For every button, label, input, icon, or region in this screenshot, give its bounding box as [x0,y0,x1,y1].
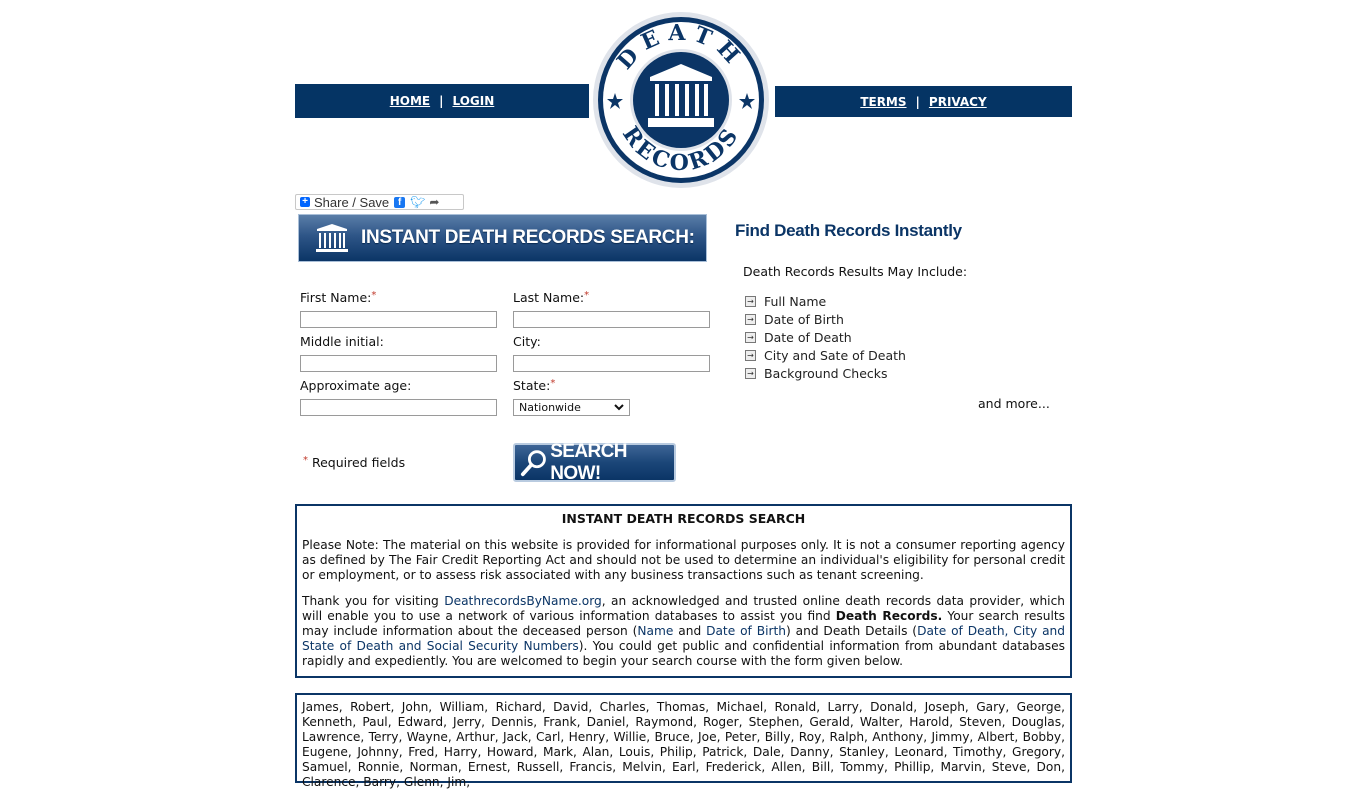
first-name-input[interactable] [300,311,497,328]
approximate-age-label: Approximate age: [300,378,412,393]
state-select-value: Nationwide [519,401,581,414]
city-label: City: [513,334,541,349]
share-save-button[interactable]: + Share / Save f 🐦︎ ➦ [295,194,464,210]
arrow-box-icon: → [745,349,756,361]
state-select[interactable]: Nationwide [513,399,630,416]
middle-initial-label: Middle initial: [300,334,384,349]
nav-bar-left: HOME | LOGIN [295,84,589,118]
nav-separator: | [915,94,920,109]
feature-item: → City and Sate of Death [745,346,906,364]
arrow-box-icon: → [745,295,756,307]
right-column-subtitle: Death Records Results May Include: [743,264,968,279]
approximate-age-input[interactable] [300,399,497,416]
arrow-box-icon: → [745,331,756,343]
right-column-title: Find Death Records Instantly [735,221,962,240]
city-input[interactable] [513,355,710,372]
middle-initial-input[interactable] [300,355,497,372]
last-name-label: Last Name:* [513,290,590,305]
and-more-text: and more... [978,396,1050,411]
search-banner: INSTANT DEATH RECORDS SEARCH: [298,214,707,262]
state-label: State:* [513,378,556,393]
arrow-box-icon: → [745,367,756,379]
intro-paragraph: Thank you for visiting DeathrecordsByNam… [302,594,1066,668]
death-records-logo[interactable]: DEATH RECORDS [592,11,770,189]
courthouse-icon [316,224,348,252]
feature-item: → Date of Birth [745,310,906,328]
search-now-button[interactable]: SEARCH NOW! [513,440,676,484]
arrow-box-icon: → [745,313,756,325]
chevron-down-icon [614,404,624,411]
feature-item: → Date of Death [745,328,906,346]
nav-bar-right: TERMS | PRIVACY [775,86,1072,117]
page: HOME | LOGIN DEATH RECORDS TERMS | PRIVA… [295,0,1072,789]
disclaimer-paragraph: Please Note: The material on this websit… [302,538,1065,582]
first-name-label: First Name:* [300,290,377,305]
nav-privacy-link[interactable]: PRIVACY [929,95,987,109]
search-now-label: SEARCH NOW! [550,440,627,484]
twitter-icon[interactable]: 🐦︎ [410,195,425,209]
nav-separator: | [439,94,444,108]
forward-share-icon[interactable]: ➦ [429,195,439,209]
share-save-label: Share / Save [314,194,390,210]
feature-item: → Full Name [745,292,906,310]
search-banner-title: INSTANT DEATH RECORDS SEARCH: [361,227,695,248]
plus-icon: + [300,197,310,207]
nav-login-link[interactable]: LOGIN [453,94,495,108]
info-heading: INSTANT DEATH RECORDS SEARCH [561,511,806,526]
facebook-icon[interactable]: f [394,196,406,208]
last-name-input[interactable] [513,311,710,328]
site-name: DeathrecordsByName.org [444,594,602,608]
nav-home-link[interactable]: HOME [390,94,430,108]
feature-item: → Background Checks [745,364,906,382]
popular-names-box: James, Robert, John, William, Richard, D… [295,693,1072,789]
features-list: → Full Name → Date of Birth → Date of Death… [745,292,906,382]
magnifier-icon [520,449,546,476]
required-fields-note: * Required fields [303,455,406,470]
info-box: INSTANT DEATH RECORDS SEARCH Please Note… [295,504,1072,678]
nav-terms-link[interactable]: TERMS [860,95,906,109]
